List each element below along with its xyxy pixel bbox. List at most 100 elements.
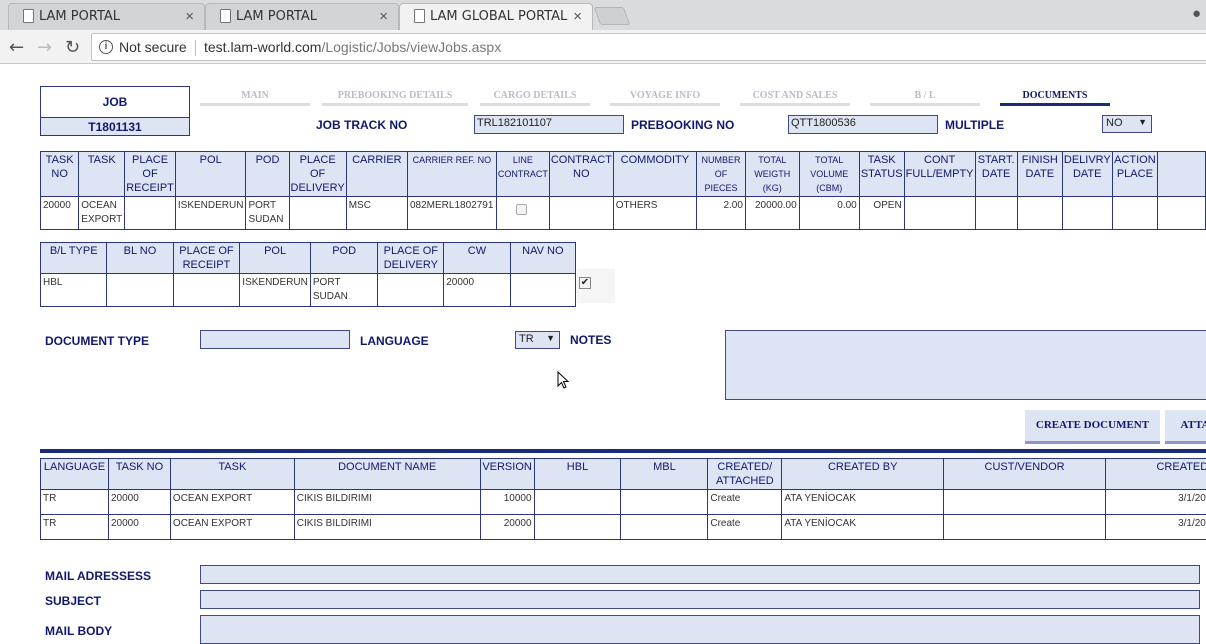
table-cell [943,514,1106,540]
tab-voyage-info[interactable]: VOYAGE INFO [610,90,720,106]
column-header [1157,151,1206,197]
table-cell [106,273,174,307]
column-header: PLACE OF DELIVERY [288,151,347,197]
line-contract-checkbox[interactable] [515,204,527,215]
job-track-no-label: JOB TRACK NO [316,118,408,132]
table-cell: 0.00 [798,196,860,230]
separator [195,40,196,56]
table-cell [509,273,577,307]
profile-icon[interactable]: ● [1192,5,1206,23]
table-row[interactable]: TR 20000 OCEAN EXPORT CIKIS BILDIRIMI 10… [40,489,1206,515]
info-icon[interactable]: i [99,40,113,54]
column-header: NAV NO [509,242,577,274]
bl-select-checkbox[interactable]: ✔ [579,277,591,289]
column-header: TOTAL VOLUME (CBM) [798,151,860,197]
document-type-input[interactable] [200,330,350,349]
browser-tab-1[interactable]: LAM PORTAL × [8,3,205,30]
table-cell: MSC [345,196,408,230]
column-header: CREATED/ ATTACHED [707,458,783,490]
table-cell: ATA YENİOCAK [781,489,945,515]
mail-addresses-label: MAIL ADRESSESS [45,569,152,583]
column-header: B/L TYPE [39,242,108,274]
language-value: TR [519,333,534,345]
language-label: LANGUAGE [360,334,429,348]
browser-tab-2[interactable]: LAM PORTAL × [205,3,399,30]
document-type-label: DOCUMENT TYPE [45,334,150,348]
column-header: DELIVRY DATE [1061,151,1113,197]
column-header: CREATED BY [781,458,945,490]
table-cell: OCEAN EXPORT [169,514,295,540]
prebooking-no-field[interactable]: QTT1800536 [788,115,938,134]
reload-icon[interactable]: ↻ [65,37,80,58]
table-cell: 20000 [39,196,80,230]
table-cell: 10000 [479,489,535,515]
page-content: JOB T1801131 MAIN PREBOOKING DETAILS CAR… [0,65,1206,644]
table-row[interactable]: TR 20000 OCEAN EXPORT CIKIS BILDIRIMI 20… [40,514,1206,540]
table-cell: ATA YENİOCAK [781,514,945,540]
column-header: POL [239,242,311,274]
tab-documents[interactable]: DOCUMENTS [1000,90,1110,106]
column-header: LANGUAGE [40,458,109,490]
tab-bl[interactable]: B / L [870,90,980,106]
column-header: ACTION PLACE [1111,151,1159,197]
new-tab-button[interactable] [593,7,631,25]
url-text[interactable]: test.lam-world.com/Logistic/Jobs/viewJob… [204,39,501,55]
table-cell: TR [40,489,109,515]
job-box: JOB T1801131 [40,86,190,136]
tab-cost-and-sales[interactable]: COST AND SALES [740,90,850,106]
job-number: T1801131 [41,117,189,135]
tab-title: LAM GLOBAL PORTAL [430,9,568,24]
multiple-value: NO [1106,117,1123,129]
chevron-down-icon: ▼ [1138,117,1147,127]
column-header: LINE CONTRACT [495,151,550,197]
table-cell [620,514,709,540]
tab-cargo-details[interactable]: CARGO DETAILS [480,90,590,106]
table-row[interactable]: HBL ISKENDERUN PORT SUDAN 20000 [39,273,577,307]
column-header: CONTRACT NO [548,151,614,197]
browser-toolbar: ← → ↻ i Not secure test.lam-world.com/Lo… [0,30,1206,64]
arrow-right-icon[interactable]: → [37,37,52,58]
close-icon[interactable]: × [379,8,388,25]
table-cell: TR [40,514,109,540]
column-header: CREATED A [1105,458,1206,490]
table-cell: PORT SUDAN [309,273,379,307]
notes-label: NOTES [570,333,612,347]
column-header: TOTAL WEIGTH (KG) [744,151,800,197]
column-header: BL NO [106,242,174,274]
table-cell: CIKIS BILDIRIMI [293,514,481,540]
table-cell [974,196,1018,230]
column-header: PLACE OF DELIVERY [377,242,445,274]
table-cell: 20000 [479,514,535,540]
table-row[interactable]: 20000 OCEAN EXPORT ISKENDERUN PORT SUDAN… [39,196,1206,230]
multiple-select[interactable]: NO ▼ [1102,115,1152,133]
column-header: POD [245,151,290,197]
close-icon[interactable]: × [573,8,582,25]
table-cell [1061,196,1113,230]
table-cell [548,196,614,230]
table-cell: 3/1/2018 [1105,514,1206,540]
job-track-no-field[interactable]: TRL182101107 [474,115,624,134]
close-icon[interactable]: × [185,8,194,25]
table-cell: 082MERL1802791 [406,196,497,230]
notes-textarea[interactable] [725,330,1206,400]
table-cell [172,273,241,307]
column-header: TASK NO [39,151,80,197]
language-select[interactable]: TR ▼ [515,331,560,349]
create-document-button[interactable]: CREATE DOCUMENT [1025,410,1160,444]
address-bar[interactable]: i Not secure test.lam-world.com/Logistic… [91,33,1206,61]
arrow-left-icon[interactable]: ← [9,37,24,58]
tab-main[interactable]: MAIN [200,90,310,106]
tab-prebooking-details[interactable]: PREBOOKING DETAILS [322,90,468,106]
column-header: TASK STATUS [858,151,905,197]
mouse-cursor-icon [557,371,570,389]
mail-body-textarea[interactable] [200,615,1200,644]
column-header: COMMODITY [612,151,698,197]
browser-tab-3[interactable]: LAM GLOBAL PORTAL × [399,3,593,30]
table-cell: OCEAN EXPORT [169,489,295,515]
attach-button[interactable]: ATTA [1165,410,1206,444]
page-icon [414,9,425,23]
column-header: CONT FULL/EMPTY [903,151,976,197]
table-cell: OTHERS [612,196,698,230]
subject-input[interactable] [200,590,1200,609]
mail-addresses-input[interactable] [200,565,1200,584]
